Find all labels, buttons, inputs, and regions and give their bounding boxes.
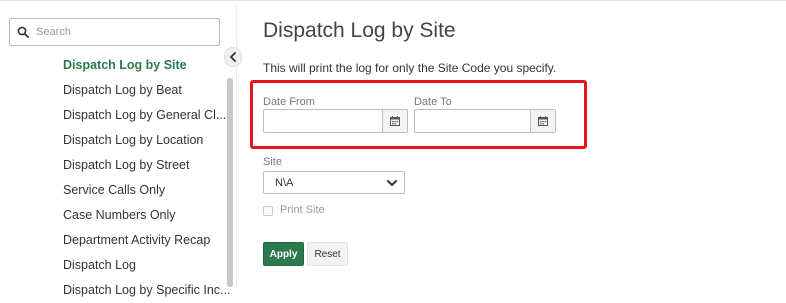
sidebar-scrollbar[interactable] bbox=[227, 78, 233, 287]
sidebar-item-dispatch-log-by-beat[interactable]: Dispatch Log by Beat bbox=[63, 78, 233, 103]
page-description: This will print the log for only the Sit… bbox=[263, 61, 557, 75]
calendar-icon bbox=[538, 116, 548, 126]
search-box[interactable] bbox=[9, 18, 220, 46]
sidebar-item-dispatch-log-by-site[interactable]: Dispatch Log by Site bbox=[63, 53, 233, 78]
sidebar-item-case-numbers-only[interactable]: Case Numbers Only bbox=[63, 203, 233, 228]
calendar-icon bbox=[390, 116, 400, 126]
sidebar-item-dispatch-log-by-general-class[interactable]: Dispatch Log by General Cl... bbox=[63, 103, 233, 128]
sidebar-item-department-activity-recap[interactable]: Department Activity Recap bbox=[63, 228, 233, 253]
sidebar-item-dispatch-log-by-street[interactable]: Dispatch Log by Street bbox=[63, 153, 233, 178]
date-from-field[interactable] bbox=[263, 109, 408, 133]
sidebar-item-dispatch-log[interactable]: Dispatch Log bbox=[63, 253, 233, 278]
page-title: Dispatch Log by Site bbox=[263, 19, 456, 42]
date-from-label: Date From bbox=[263, 96, 315, 108]
sidebar-item-service-calls-only[interactable]: Service Calls Only bbox=[63, 178, 233, 203]
report-list: Dispatch Log by Site Dispatch Log by Bea… bbox=[63, 53, 233, 303]
search-input[interactable] bbox=[36, 22, 216, 42]
collapse-sidebar-button[interactable] bbox=[224, 47, 242, 67]
date-from-calendar-button[interactable] bbox=[382, 110, 407, 132]
print-site-label: Print Site bbox=[280, 204, 325, 216]
reset-button[interactable]: Reset bbox=[307, 242, 348, 266]
sidebar-divider bbox=[236, 5, 237, 287]
date-to-field[interactable] bbox=[414, 109, 556, 133]
sidebar-item-dispatch-log-by-location[interactable]: Dispatch Log by Location bbox=[63, 128, 233, 153]
date-to-label: Date To bbox=[414, 96, 452, 108]
sidebar-item-dispatch-log-by-specific-incident[interactable]: Dispatch Log by Specific Inc... bbox=[63, 278, 233, 303]
chevron-down-icon bbox=[387, 180, 397, 186]
search-icon bbox=[17, 26, 29, 38]
date-to-input[interactable] bbox=[419, 113, 529, 129]
site-select-value: N\A bbox=[275, 177, 294, 189]
site-select[interactable]: N\A bbox=[263, 171, 405, 194]
date-to-calendar-button[interactable] bbox=[530, 110, 555, 132]
sidebar: Dispatch Log by Site Dispatch Log by Bea… bbox=[0, 5, 236, 297]
site-label: Site bbox=[263, 156, 282, 168]
date-from-input[interactable] bbox=[268, 113, 378, 129]
apply-button[interactable]: Apply bbox=[263, 242, 304, 266]
print-site-checkbox[interactable] bbox=[263, 206, 273, 216]
